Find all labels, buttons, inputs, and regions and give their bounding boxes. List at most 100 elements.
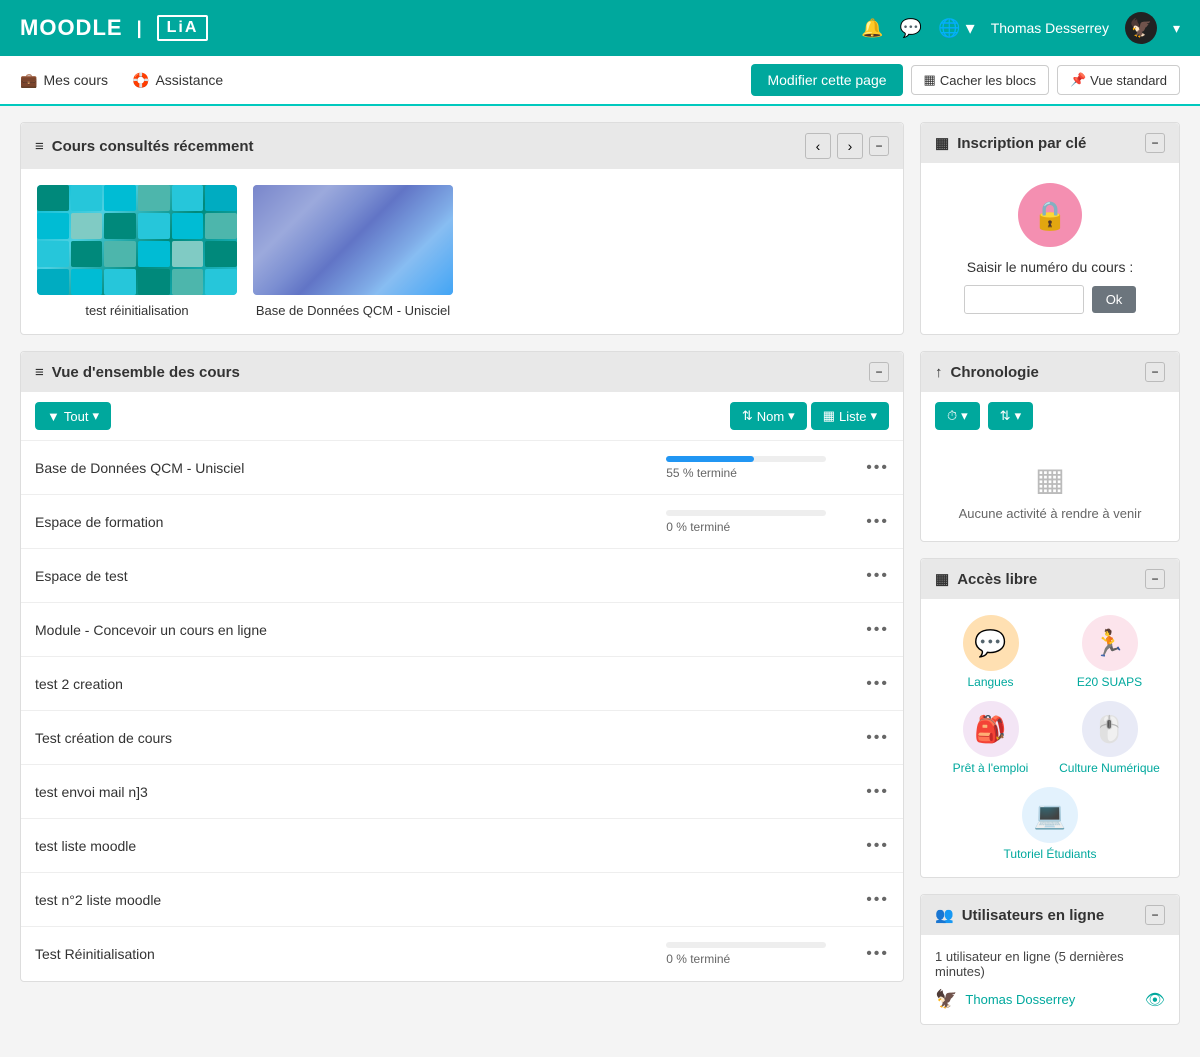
chronologie-title-text: Chronologie (951, 364, 1039, 381)
course-name[interactable]: test 2 creation (35, 676, 666, 692)
recent-courses-block: ≡ Cours consultés récemment ‹ › − (20, 122, 904, 335)
filter-button[interactable]: ▼ Tout ▾ (35, 402, 111, 430)
notification-icon[interactable]: 🔔 (861, 18, 883, 39)
vue-standard-label: Vue standard (1090, 73, 1167, 88)
course-name[interactable]: Module - Concevoir un cours en ligne (35, 622, 666, 638)
header-right: 🔔 💬 🌐 ▾ Thomas Desserrey 🦅 ▾ (861, 12, 1180, 44)
nav-mes-cours[interactable]: 💼 Mes cours (20, 58, 108, 103)
modifier-page-button[interactable]: Modifier cette page (751, 64, 902, 96)
chrono-sort-button[interactable]: ⇅ ▾ (988, 402, 1033, 430)
acces-libre-header: ▦ Accès libre − (921, 559, 1179, 599)
grid-icon: ▦ (924, 72, 936, 88)
arrow-up-icon: ↑ (935, 364, 943, 381)
acces-item-pret[interactable]: 🎒 Prêt à l'emploi (937, 701, 1044, 775)
course-name[interactable]: Test Réinitialisation (35, 946, 666, 962)
recent-courses-body: test réinitialisation Base de Données QC… (21, 169, 903, 334)
pret-label: Prêt à l'emploi (937, 761, 1044, 775)
course-name[interactable]: Test création de cours (35, 730, 666, 746)
right-column: ▦ Inscription par clé − 🔒 Saisir le numé… (920, 122, 1180, 1041)
recent-courses-title: ≡ Cours consultés récemment (35, 138, 254, 155)
acces-libre-grid: 💬 Langues 🏃 E20 SUAPS 🎒 Prêt à l'emploi … (921, 599, 1179, 877)
course-menu[interactable]: ••• (866, 783, 889, 801)
utilisateurs-block: 👥 Utilisateurs en ligne − 1 utilisateur … (920, 894, 1180, 1025)
acces-item-culture[interactable]: 🖱️ Culture Numérique (1056, 701, 1163, 775)
list-icon: ▦ (935, 134, 949, 152)
inscription-input[interactable] (964, 285, 1084, 314)
table-row: test 2 creation ••• (21, 657, 903, 711)
hamburger-icon-2: ≡ (35, 364, 44, 381)
cacher-blocs-button[interactable]: ▦ Cacher les blocs (911, 65, 1049, 95)
course-menu[interactable]: ••• (866, 729, 889, 747)
table-row: Espace de test ••• (21, 549, 903, 603)
user-name: Thomas Desserrey (991, 20, 1109, 36)
pin-icon: 📌 (1070, 72, 1086, 88)
course-card-0[interactable]: test réinitialisation (37, 185, 237, 318)
course-menu[interactable]: ••• (866, 459, 889, 477)
course-menu[interactable]: ••• (866, 621, 889, 639)
inscription-block: ▦ Inscription par clé − 🔒 Saisir le numé… (920, 122, 1180, 335)
sort-label: Nom (757, 409, 784, 424)
table-row: Base de Données QCM - Unisciel 55 % term… (21, 441, 903, 495)
user-dropdown-arrow[interactable]: ▾ (1173, 20, 1180, 37)
nav-assistance-label: Assistance (155, 72, 223, 88)
chrono-date-button[interactable]: ⏱ ▾ (935, 402, 980, 430)
sort-button[interactable]: ⇅ Nom ▾ (730, 402, 807, 430)
inscription-ok-button[interactable]: Ok (1092, 286, 1137, 313)
course-menu[interactable]: ••• (866, 945, 889, 963)
filter-caret: ▾ (92, 408, 99, 424)
table-row: test liste moodle ••• (21, 819, 903, 873)
left-column: ≡ Cours consultés récemment ‹ › − (20, 122, 904, 1041)
course-menu[interactable]: ••• (866, 513, 889, 531)
course-menu[interactable]: ••• (866, 837, 889, 855)
course-name[interactable]: Espace de formation (35, 514, 666, 530)
course-label-1: Base de Données QCM - Unisciel (253, 303, 453, 318)
nav-right: Modifier cette page ▦ Cacher les blocs 📌… (751, 64, 1180, 96)
utilisateurs-title: 👥 Utilisateurs en ligne (935, 906, 1104, 924)
acces-item-tuto[interactable]: 💻 Tutoriel Étudiants (937, 787, 1163, 861)
course-name[interactable]: Espace de test (35, 568, 666, 584)
course-menu[interactable]: ••• (866, 567, 889, 585)
globe-icon[interactable]: 🌐 ▾ (938, 18, 974, 39)
nav-assistance[interactable]: 🛟 Assistance (132, 58, 223, 103)
nav-bar: 💼 Mes cours 🛟 Assistance Modifier cette … (0, 56, 1200, 106)
inscription-minimize[interactable]: − (1145, 133, 1165, 153)
course-name[interactable]: test envoi mail n]3 (35, 784, 666, 800)
eye-icon[interactable]: 👁 (1145, 990, 1165, 1010)
course-name[interactable]: test liste moodle (35, 838, 666, 854)
course-label-0: test réinitialisation (37, 303, 237, 318)
course-card-1[interactable]: Base de Données QCM - Unisciel (253, 185, 453, 318)
culture-label: Culture Numérique (1056, 761, 1163, 775)
view-button[interactable]: ▦ Liste ▾ (811, 402, 889, 430)
list-icon-2: ▦ (935, 570, 949, 588)
acces-item-langues[interactable]: 💬 Langues (937, 615, 1044, 689)
user-avatar-icon: 🦅 (935, 989, 957, 1010)
tuto-label: Tutoriel Étudiants (1004, 847, 1097, 861)
prev-button[interactable]: ‹ (805, 133, 831, 159)
course-name[interactable]: test n°2 liste moodle (35, 892, 666, 908)
users-count: 1 utilisateur en ligne (5 dernières minu… (935, 949, 1165, 979)
minimize-button[interactable]: − (869, 136, 889, 156)
utilisateurs-minimize[interactable]: − (1145, 905, 1165, 925)
chrono-empty-icon: ▦ (941, 460, 1159, 498)
chrono-empty: ▦ Aucune activité à rendre à venir (921, 440, 1179, 541)
user-avatar[interactable]: 🦅 (1125, 12, 1157, 44)
vue-standard-button[interactable]: 📌 Vue standard (1057, 65, 1180, 95)
acces-libre-minimize[interactable]: − (1145, 569, 1165, 589)
courses-toolbar: ▼ Tout ▾ ⇅ Nom ▾ ▦ Liste ▾ (21, 392, 903, 441)
table-row: Test Réinitialisation 0 % terminé ••• (21, 927, 903, 981)
vue-ensemble-title: ≡ Vue d'ensemble des cours (35, 364, 240, 381)
inscription-prompt: Saisir le numéro du cours : (941, 259, 1159, 275)
next-button[interactable]: › (837, 133, 863, 159)
nav-mes-cours-label: Mes cours (43, 72, 108, 88)
user-link[interactable]: Thomas Dosserrey (965, 992, 1075, 1007)
langues-label: Langues (937, 675, 1044, 689)
vue-ensemble-minimize[interactable]: − (869, 362, 889, 382)
course-menu[interactable]: ••• (866, 891, 889, 909)
chronologie-header: ↑ Chronologie − (921, 352, 1179, 392)
acces-item-e20[interactable]: 🏃 E20 SUAPS (1056, 615, 1163, 689)
main-content: ≡ Cours consultés récemment ‹ › − (0, 106, 1200, 1057)
course-menu[interactable]: ••• (866, 675, 889, 693)
message-icon[interactable]: 💬 (900, 18, 922, 39)
course-name[interactable]: Base de Données QCM - Unisciel (35, 460, 666, 476)
chronologie-minimize[interactable]: − (1145, 362, 1165, 382)
